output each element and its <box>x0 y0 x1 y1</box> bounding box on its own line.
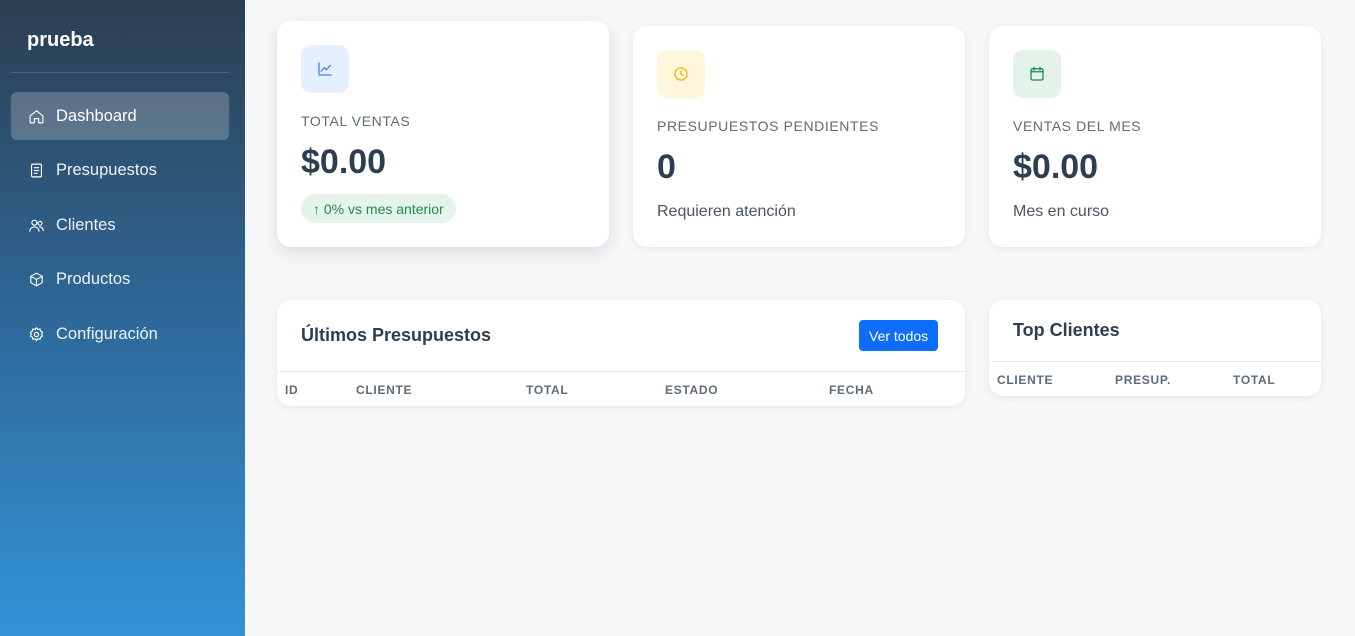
brand-name: prueba <box>27 29 94 51</box>
home-icon <box>27 107 45 125</box>
panel-title: Últimos Presupuestos <box>301 325 492 345</box>
column-header-estado[interactable]: ESTADO <box>665 383 718 397</box>
sidebar-item-label: Productos <box>56 270 131 288</box>
stat-subtitle: Requieren atención <box>657 203 796 220</box>
column-header-cliente[interactable]: CLIENTE <box>997 373 1053 387</box>
top-clients-panel: Top Clientes CLIENTE PRESUP. TOTAL <box>989 300 1321 396</box>
latest-quotes-panel: Últimos Presupuestos Ver todos ID CLIENT… <box>277 300 965 406</box>
stat-card-ventas-del-mes: VENTAS DEL MES $0.00 Mes en curso <box>989 26 1321 247</box>
sidebar-item-dashboard[interactable]: Dashboard <box>11 92 229 140</box>
panel-title: Top Clientes <box>1013 320 1120 340</box>
sidebar-item-label: Clientes <box>56 215 116 234</box>
sidebar-nav: Dashboard Presupuestos Clientes Producto… <box>11 92 229 365</box>
stat-label: PRESUPUESTOS PENDIENTES <box>657 118 880 134</box>
column-header-presup[interactable]: PRESUP. <box>1115 373 1171 387</box>
table-header: ID CLIENTE TOTAL ESTADO FECHA <box>277 371 965 406</box>
box-icon <box>27 271 45 289</box>
sidebar-item-productos[interactable]: Productos <box>11 256 229 304</box>
sidebar-item-presupuestos[interactable]: Presupuestos <box>11 147 229 195</box>
sidebar-divider <box>11 72 229 73</box>
column-header-id[interactable]: ID <box>285 383 298 397</box>
stat-card-total-ventas: TOTAL VENTAS $0.00 ↑ 0% vs mes anterior <box>277 21 609 247</box>
table-header: CLIENTE PRESUP. TOTAL <box>989 361 1321 396</box>
stat-label: VENTAS DEL MES <box>1013 118 1142 134</box>
sidebar-item-label: Presupuestos <box>56 161 157 179</box>
column-header-cliente[interactable]: CLIENTE <box>356 383 412 397</box>
calendar-icon <box>1013 50 1061 98</box>
sidebar-item-label: Dashboard <box>56 106 137 125</box>
stat-value: $0.00 <box>1013 148 1099 186</box>
stat-subtitle: Mes en curso <box>1013 203 1110 220</box>
users-icon <box>27 216 45 234</box>
view-all-button[interactable]: Ver todos <box>859 320 939 351</box>
clock-icon <box>657 50 705 98</box>
sidebar-item-configuracion[interactable]: Configuración <box>11 310 229 358</box>
stat-card-presupuestos-pendientes: PRESUPUESTOS PENDIENTES 0 Requieren aten… <box>633 26 965 247</box>
stat-value: $0.00 <box>301 143 387 181</box>
sidebar: prueba Dashboard Presupuestos Clientes P… <box>0 0 245 636</box>
sidebar-item-label: Configuración <box>56 324 158 343</box>
chart-line-icon <box>301 45 349 93</box>
column-header-total[interactable]: TOTAL <box>526 383 568 397</box>
document-icon <box>27 162 45 180</box>
stat-label: TOTAL VENTAS <box>301 113 411 129</box>
column-header-total[interactable]: TOTAL <box>1233 373 1275 387</box>
stat-value: 0 <box>657 148 676 186</box>
trend-badge: ↑ 0% vs mes anterior <box>301 194 456 223</box>
sidebar-item-clientes[interactable]: Clientes <box>11 201 229 249</box>
column-header-fecha[interactable]: FECHA <box>829 383 874 397</box>
gear-icon <box>27 325 45 343</box>
